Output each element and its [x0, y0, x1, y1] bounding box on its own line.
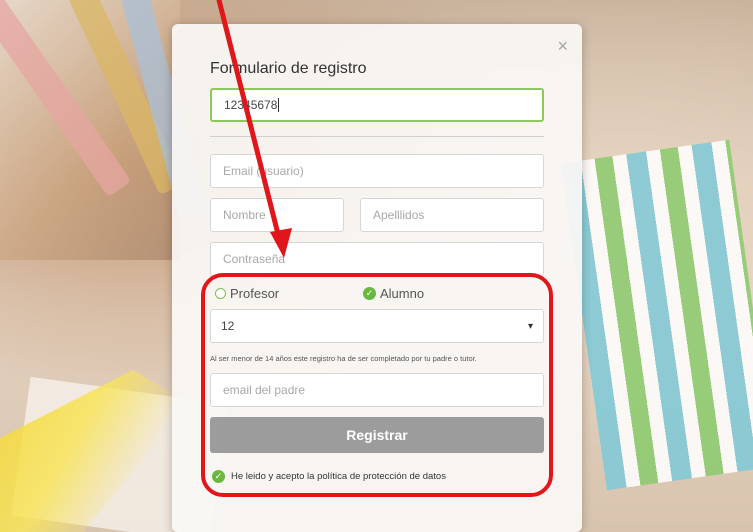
radio-empty-icon [215, 288, 226, 299]
registration-modal: × Formulario de registro 12345678 Email … [172, 24, 582, 532]
close-icon[interactable]: × [557, 36, 568, 57]
role-option-alumno[interactable]: ✓ Alumno [363, 286, 424, 301]
code-input-value: 12345678 [224, 98, 278, 112]
age-select[interactable]: 12 ▾ [210, 309, 544, 343]
text-caret [278, 98, 280, 112]
role-option-profesor[interactable]: Profesor [215, 286, 279, 301]
surname-field[interactable]: Apelllidos [360, 198, 544, 232]
check-icon: ✓ [363, 287, 376, 300]
password-field[interactable]: Contraseña [210, 242, 544, 276]
name-field[interactable]: Nombre [210, 198, 344, 232]
minor-notice: Al ser menor de 14 años este registro ha… [210, 354, 477, 363]
parent-email-field[interactable]: email del padre [210, 373, 544, 407]
background-notebook [560, 139, 753, 491]
check-icon: ✓ [212, 470, 225, 483]
email-field[interactable]: Email (usuario) [210, 154, 544, 188]
age-select-value: 12 [221, 319, 235, 333]
code-input[interactable]: 12345678 [210, 88, 544, 122]
register-button[interactable]: Registrar [210, 417, 544, 453]
modal-title: Formulario de registro [210, 60, 367, 77]
role-label: Alumno [380, 286, 425, 301]
chevron-down-icon: ▾ [527, 320, 533, 332]
consent-label: He leido y acepto la política de protecc… [231, 471, 446, 482]
consent-checkbox-row[interactable]: ✓ He leido y acepto la política de prote… [212, 470, 446, 483]
role-selector: Profesor ✓ Alumno [210, 286, 544, 306]
divider [210, 136, 544, 137]
role-label: Profesor [230, 286, 280, 301]
